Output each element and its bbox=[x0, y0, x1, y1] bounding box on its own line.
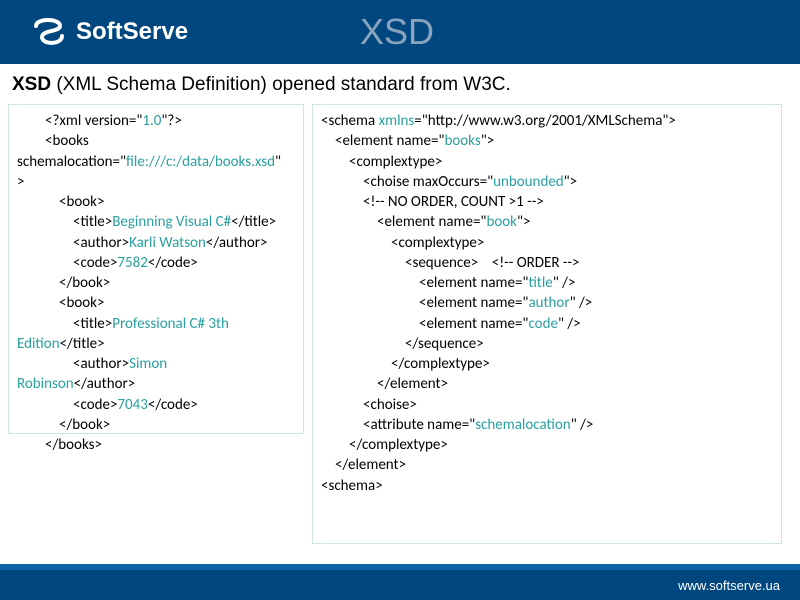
t: <code> bbox=[73, 254, 117, 272]
logo-text: SoftServe bbox=[76, 18, 188, 46]
t: </author> bbox=[206, 234, 268, 252]
t: <book> bbox=[59, 293, 295, 313]
xsd-panel: <schema xmlns="http://www.w3.org/2001/XM… bbox=[312, 104, 782, 544]
t: <element name=" bbox=[377, 213, 486, 231]
t: " /> bbox=[571, 416, 594, 434]
t: xmlns bbox=[379, 112, 415, 130]
t: <sequence> bbox=[405, 254, 478, 272]
code-panels: <?xml version="1.0"?> <books schemalocat… bbox=[0, 104, 800, 544]
t: Professional C# 3th bbox=[112, 315, 229, 333]
t: 7582 bbox=[117, 254, 147, 272]
t: <!-- ORDER --> bbox=[492, 254, 580, 272]
t: </author> bbox=[74, 375, 136, 393]
swirl-icon bbox=[30, 14, 66, 50]
t: <element name=" bbox=[419, 274, 528, 292]
t: author bbox=[528, 294, 569, 312]
t: <book> bbox=[59, 192, 295, 212]
t: </code> bbox=[148, 396, 198, 414]
t: </book> bbox=[59, 415, 295, 435]
t: "?> bbox=[161, 112, 181, 130]
t: Beginning Visual C# bbox=[112, 213, 231, 231]
t: Edition bbox=[17, 335, 60, 353]
t: Robinson bbox=[17, 375, 74, 393]
t: <element name=" bbox=[419, 294, 528, 312]
t: Simon bbox=[129, 355, 167, 373]
slide-title: XSD bbox=[360, 11, 800, 53]
t: <attribute name=" bbox=[363, 416, 475, 434]
t: " /> bbox=[570, 294, 593, 312]
slide-header: SoftServe XSD bbox=[0, 0, 800, 64]
t: "> bbox=[481, 132, 494, 150]
t: book bbox=[486, 213, 517, 231]
t: <complextype> bbox=[391, 233, 773, 253]
t: <!-- NO ORDER, COUNT >1 --> bbox=[363, 192, 773, 212]
t: <element name=" bbox=[335, 132, 444, 150]
t: title bbox=[528, 274, 552, 292]
t: books bbox=[444, 132, 480, 150]
t: <?xml version=" bbox=[45, 112, 142, 130]
t: </title> bbox=[231, 213, 276, 231]
t: " bbox=[275, 153, 281, 171]
footer-url: www.softserve.ua bbox=[678, 578, 780, 593]
t: </code> bbox=[148, 254, 198, 272]
t: <element name=" bbox=[419, 315, 528, 333]
t: </element> bbox=[335, 455, 773, 475]
t: 7043 bbox=[117, 396, 147, 414]
t: <choise maxOccurs=" bbox=[363, 173, 493, 191]
t: "> bbox=[564, 173, 577, 191]
logo: SoftServe bbox=[30, 14, 360, 50]
t: schemalocation bbox=[475, 416, 571, 434]
t: > bbox=[17, 173, 24, 191]
t: </sequence> bbox=[405, 334, 773, 354]
t: </title> bbox=[60, 335, 105, 353]
t: </element> bbox=[377, 374, 773, 394]
t: unbounded bbox=[493, 173, 564, 191]
t: <code> bbox=[73, 396, 117, 414]
t: </complextype> bbox=[391, 354, 773, 374]
subtitle-rest: (XML Schema Definition) opened standard … bbox=[51, 74, 511, 95]
t: " /> bbox=[553, 274, 576, 292]
t: "> bbox=[517, 213, 530, 231]
t: <schema bbox=[321, 112, 379, 130]
subtitle-bold: XSD bbox=[12, 74, 51, 95]
t bbox=[478, 254, 492, 272]
t: "> bbox=[662, 112, 675, 130]
t: file:///c:/data/books.xsd bbox=[126, 153, 275, 171]
t: code bbox=[528, 315, 557, 333]
t: " /> bbox=[558, 315, 581, 333]
t: 1.0 bbox=[142, 112, 161, 130]
t: <complextype> bbox=[349, 152, 773, 172]
t: </books> bbox=[45, 435, 295, 455]
xml-panel: <?xml version="1.0"?> <books schemalocat… bbox=[8, 104, 304, 434]
subtitle: XSD (XML Schema Definition) opened stand… bbox=[12, 74, 800, 96]
t: <author> bbox=[73, 234, 129, 252]
t: <choise> bbox=[363, 395, 773, 415]
t: =" bbox=[414, 112, 427, 130]
t: </complextype> bbox=[349, 435, 773, 455]
t: http://www.w3.org/2001/XMLSchema bbox=[428, 112, 663, 130]
t: <title> bbox=[73, 213, 112, 231]
t: </book> bbox=[59, 273, 295, 293]
t: <schema> bbox=[321, 476, 773, 496]
t: Karli Watson bbox=[129, 234, 206, 252]
t: schemalocation=" bbox=[17, 153, 126, 171]
t: <author> bbox=[73, 355, 129, 373]
t: <title> bbox=[73, 315, 112, 333]
t: <books bbox=[45, 131, 295, 151]
footer: www.softserve.ua bbox=[0, 570, 800, 600]
